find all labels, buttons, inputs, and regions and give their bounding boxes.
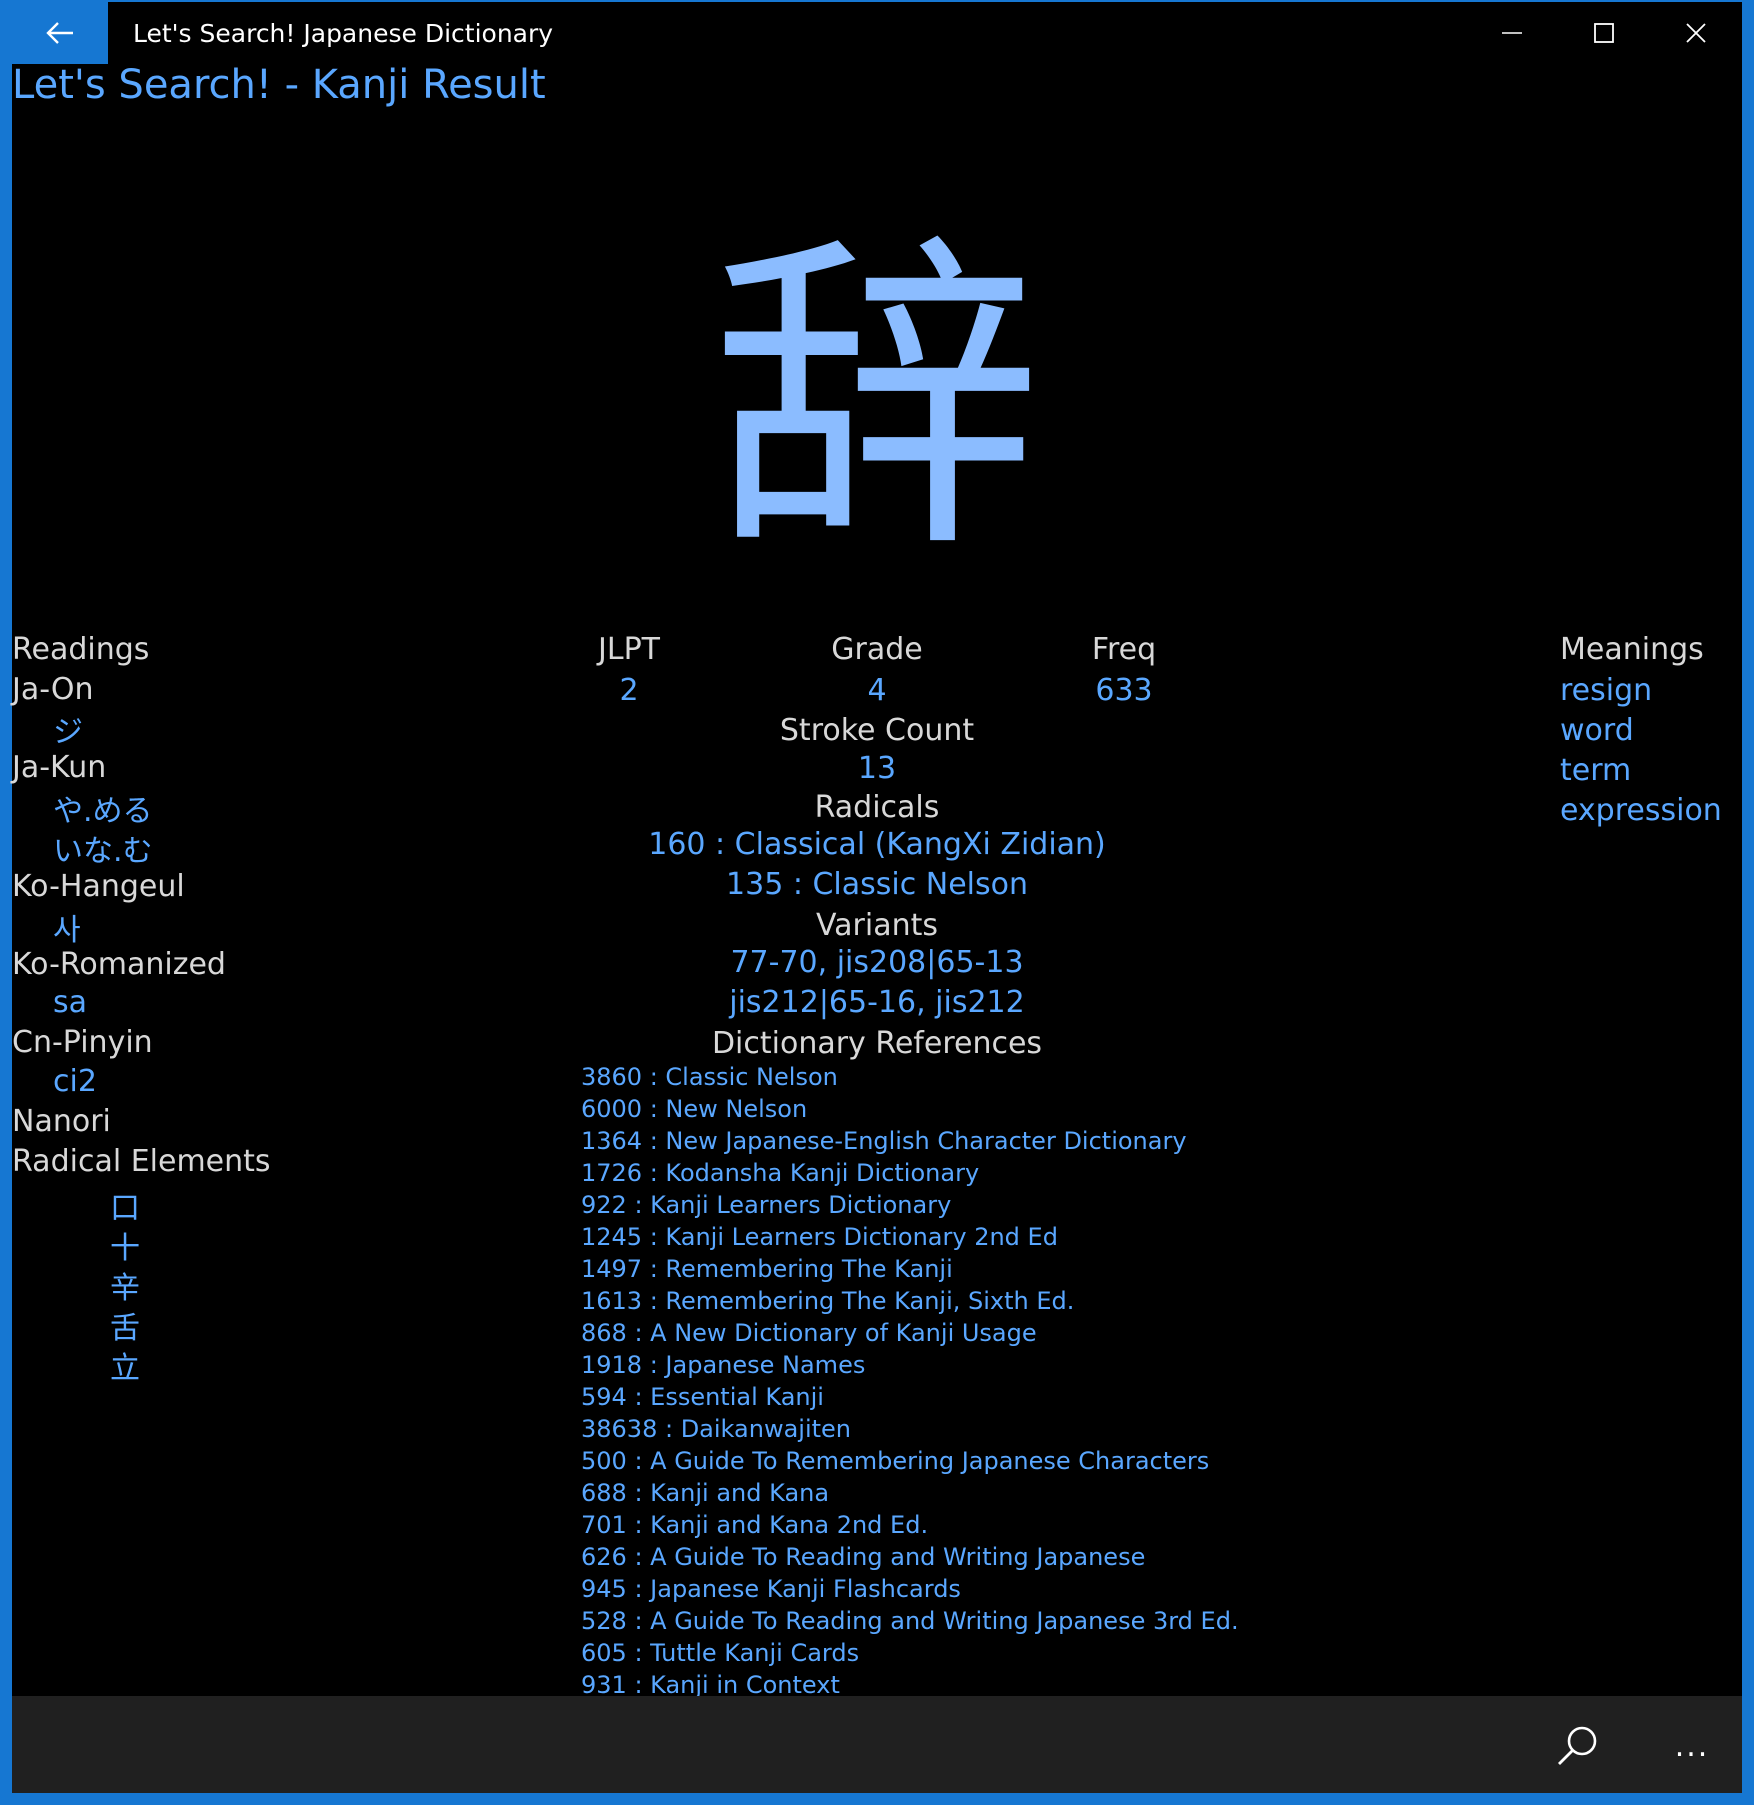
ja-kun-label: Ja-Kun <box>12 750 107 785</box>
maximize-button[interactable] <box>1558 2 1650 64</box>
dictionary-reference: 1613 : Remembering The Kanji, Sixth Ed. <box>581 1287 1075 1315</box>
variant-entry: jis212|65-16, jis212 <box>729 985 1025 1020</box>
radical-entry: 160 : Classical (KangXi Zidian) <box>648 827 1106 862</box>
dictionary-reference: 1364 : New Japanese-English Character Di… <box>581 1127 1187 1155</box>
dictionary-reference: 605 : Tuttle Kanji Cards <box>581 1639 860 1667</box>
maximize-icon <box>1594 23 1614 43</box>
dictionary-reference: 1245 : Kanji Learners Dictionary 2nd Ed <box>581 1223 1058 1251</box>
ja-kun-reading[interactable]: や.める <box>53 786 153 830</box>
dictionary-reference: 528 : A Guide To Reading and Writing Jap… <box>581 1607 1239 1635</box>
window-border-bottom <box>0 1793 1754 1805</box>
back-button[interactable] <box>12 2 108 64</box>
cn-pinyin-label: Cn-Pinyin <box>12 1025 153 1060</box>
cn-pinyin-reading: ci2 <box>53 1064 97 1099</box>
readings-header: Readings <box>12 632 150 667</box>
radical-element[interactable]: 舌 <box>110 1303 140 1347</box>
radical-element[interactable]: 立 <box>110 1343 140 1387</box>
radical-elements-label: Radical Elements <box>12 1144 271 1179</box>
ja-kun-reading[interactable]: いな.む <box>53 826 153 870</box>
jlpt-label: JLPT <box>598 632 660 667</box>
close-icon <box>1686 23 1706 43</box>
close-button[interactable] <box>1650 2 1742 64</box>
ja-on-label: Ja-On <box>12 672 94 707</box>
command-bar: ... <box>12 1696 1742 1793</box>
dictionary-reference: 1918 : Japanese Names <box>581 1351 866 1379</box>
dictionary-reference: 688 : Kanji and Kana <box>581 1479 830 1507</box>
freq-label: Freq <box>1091 632 1157 667</box>
radical-element[interactable]: 辛 <box>110 1263 140 1307</box>
search-icon <box>1558 1726 1597 1765</box>
dictionary-reference: 6000 : New Nelson <box>581 1095 808 1123</box>
dictionary-reference: 38638 : Daikanwajiten <box>581 1415 851 1443</box>
window-border-left <box>0 0 12 1805</box>
radicals-label: Radicals <box>814 790 940 825</box>
more-options-button[interactable]: ... <box>1664 1718 1720 1774</box>
grade-label: Grade <box>831 632 923 667</box>
dictionary-references-label: Dictionary References <box>711 1026 1043 1061</box>
back-arrow-icon <box>46 22 73 44</box>
variants-label: Variants <box>815 908 939 943</box>
dictionary-reference: 868 : A New Dictionary of Kanji Usage <box>581 1319 1037 1347</box>
ko-romanized-reading: sa <box>53 985 88 1020</box>
dictionary-references-list[interactable]: 3860 : Classic Nelson 6000 : New Nelson … <box>581 1061 1481 1697</box>
radical-entry: 135 : Classic Nelson <box>726 867 1028 902</box>
meaning-item: resign <box>1560 673 1653 708</box>
ja-on-reading[interactable]: ジ <box>53 707 83 751</box>
stroke-count-label: Stroke Count <box>779 713 975 748</box>
dictionary-reference: 922 : Kanji Learners Dictionary <box>581 1191 952 1219</box>
search-button[interactable] <box>1549 1718 1605 1774</box>
grade-value: 4 <box>867 673 887 708</box>
page-title: Let's Search! - Kanji Result <box>12 62 546 108</box>
freq-value: 633 <box>1095 673 1153 708</box>
window-border-right <box>1742 0 1754 1805</box>
ko-romanized-label: Ko-Romanized <box>12 947 226 982</box>
dictionary-reference: 931 : Kanji in Context <box>581 1671 840 1697</box>
minimize-button[interactable] <box>1466 2 1558 64</box>
dictionary-reference: 1497 : Remembering The Kanji <box>581 1255 953 1283</box>
radical-element[interactable]: 十 <box>110 1223 140 1267</box>
ko-hangeul-reading: 사 <box>53 913 81 948</box>
meaning-item: word <box>1560 713 1634 748</box>
stroke-count-value: 13 <box>857 751 897 786</box>
variant-entry: 77-70, jis208|65-13 <box>730 945 1024 980</box>
dictionary-reference: 594 : Essential Kanji <box>581 1383 824 1411</box>
meaning-item: term <box>1560 753 1632 788</box>
radical-element[interactable]: 口 <box>110 1183 140 1227</box>
meanings-header: Meanings <box>1560 632 1704 667</box>
nanori-label: Nanori <box>12 1104 111 1139</box>
dictionary-reference: 3860 : Classic Nelson <box>581 1063 838 1091</box>
minimize-icon <box>1502 32 1522 34</box>
ko-hangeul-label: Ko-Hangeul <box>12 869 185 904</box>
dictionary-reference: 701 : Kanji and Kana 2nd Ed. <box>581 1511 929 1539</box>
kanji-character: 辞 <box>712 208 1042 592</box>
app-title: Let's Search! Japanese Dictionary <box>133 19 554 48</box>
jlpt-value: 2 <box>619 673 639 708</box>
title-bar: Let's Search! Japanese Dictionary <box>12 2 1742 64</box>
dictionary-reference: 626 : A Guide To Reading and Writing Jap… <box>581 1543 1146 1571</box>
meaning-item: expression <box>1560 793 1722 828</box>
app-window: Let's Search! Japanese Dictionary Let's … <box>0 0 1754 1805</box>
dictionary-reference: 945 : Japanese Kanji Flashcards <box>581 1575 961 1603</box>
dictionary-reference: 500 : A Guide To Remembering Japanese Ch… <box>581 1447 1210 1475</box>
dictionary-reference: 1726 : Kodansha Kanji Dictionary <box>581 1159 980 1187</box>
